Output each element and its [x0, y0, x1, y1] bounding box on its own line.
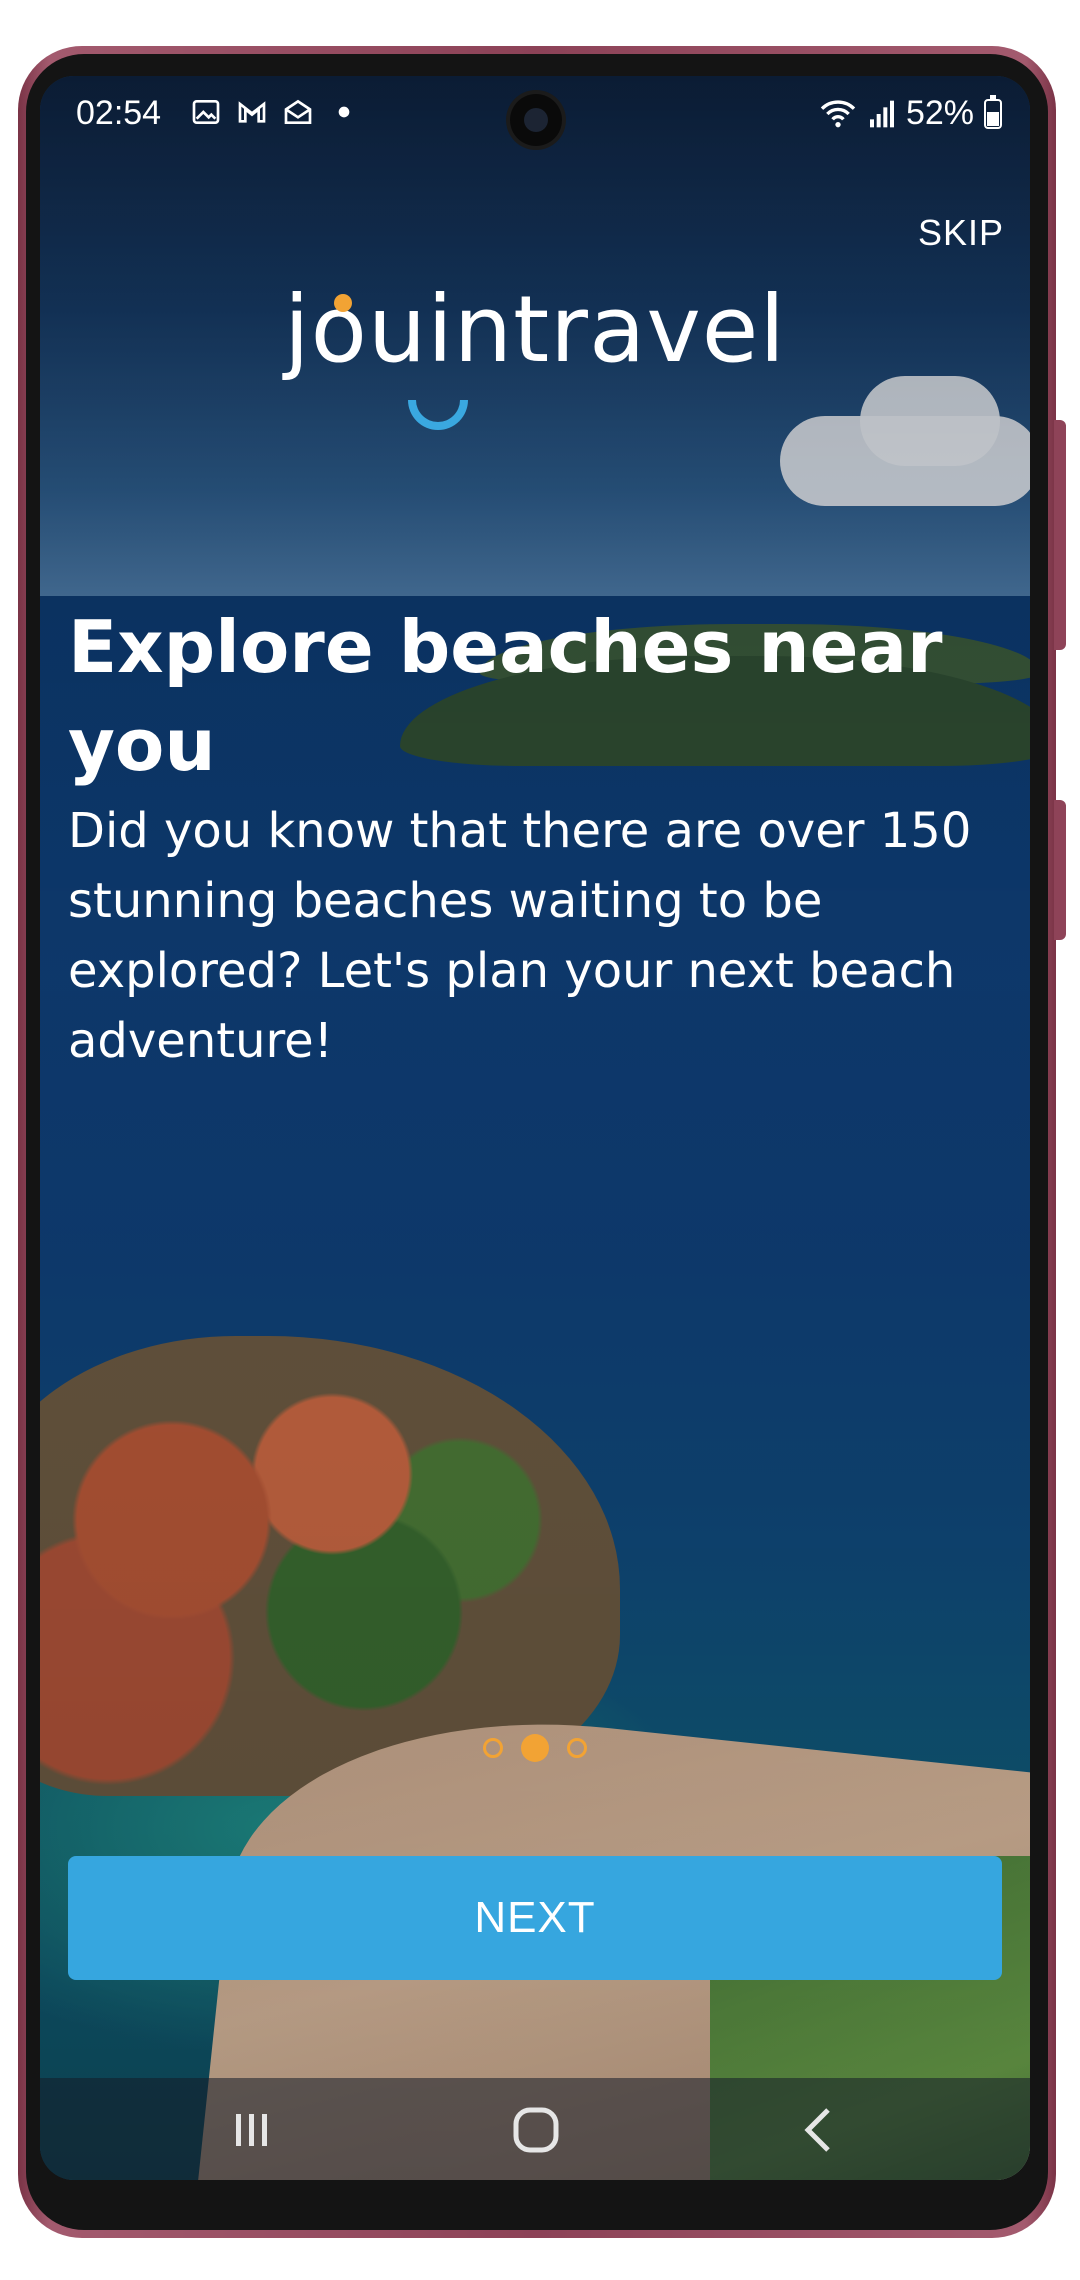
dot-icon — [338, 106, 350, 118]
page-dot — [521, 1734, 549, 1762]
notification-icons — [190, 96, 360, 128]
onboarding-description: Did you know that there are over 150 stu… — [68, 803, 972, 1069]
page-dot — [483, 1738, 503, 1758]
page-indicator — [40, 1734, 1030, 1762]
onboarding-title: Explore beaches near you — [68, 605, 943, 787]
signal-icon — [869, 100, 894, 127]
recent-apps-icon[interactable] — [224, 2102, 280, 2158]
volume-button — [1054, 420, 1066, 650]
mail-open-icon — [284, 99, 312, 124]
front-camera — [510, 94, 562, 146]
next-button[interactable]: NEXT — [68, 1856, 1002, 1980]
logo-dot — [334, 294, 352, 312]
page-dot — [567, 1738, 587, 1758]
battery-icon — [984, 94, 1002, 129]
status-time: 02:54 — [76, 94, 162, 132]
navigation-bar — [40, 2078, 1030, 2180]
skip-button[interactable]: SKIP — [918, 212, 1004, 254]
gmail-icon — [238, 101, 266, 123]
image-icon — [192, 100, 220, 124]
status-bar: 02:54 52% — [40, 76, 1030, 152]
wifi-icon — [820, 99, 856, 127]
battery-percent: 52% — [905, 94, 974, 132]
status-right: 52% — [818, 94, 1002, 133]
home-icon[interactable] — [508, 2102, 564, 2158]
app-screen: 02:54 52% SKIP jouintravel Explore beach… — [40, 76, 1030, 2180]
back-icon[interactable] — [792, 2102, 848, 2158]
app-logo: jouintravel — [284, 276, 786, 383]
power-button — [1054, 800, 1066, 940]
